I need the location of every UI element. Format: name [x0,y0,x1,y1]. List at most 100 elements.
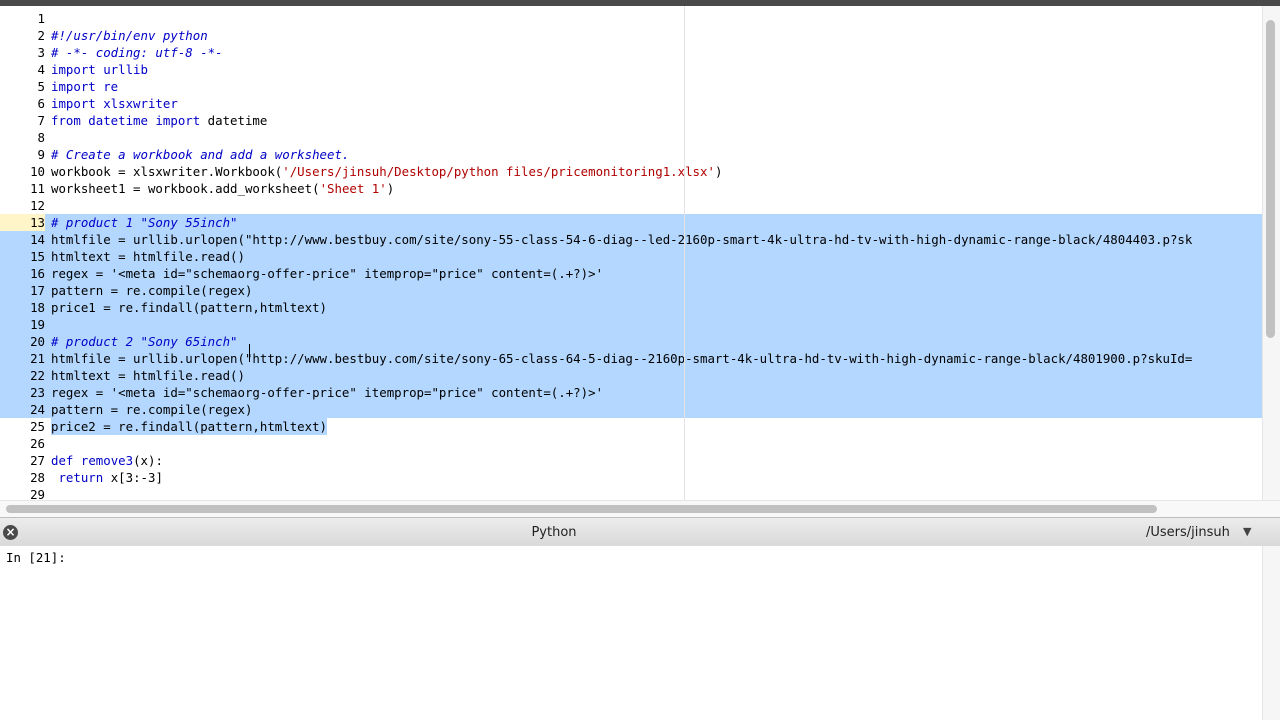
code-token: regex = '<meta id="schemaorg-offer-price… [51,385,604,400]
console-vertical-scrollbar[interactable] [1262,546,1280,720]
code-text: pattern = re.compile(regex) [51,282,252,299]
code-line[interactable]: 28 return x[3:-3] [0,469,1262,486]
line-number: 10 [30,164,45,179]
code-text: htmltext = htmlfile.read() [51,367,245,384]
code-token: # -*- coding: utf-8 -*- [51,45,223,60]
code-line[interactable]: 21 htmlfile = urllib.urlopen("http://www.… [0,350,1262,367]
line-number: 12 [30,198,45,213]
code-text: worksheet1 = workbook.add_worksheet('She… [51,180,394,197]
code-editor[interactable]: 29 28 return x[3:-3] 27 def remove3(x): 26 25… [0,6,1280,500]
line-number: 15 [30,249,45,264]
line-number: 13 [0,214,45,231]
code-text: regex = '<meta id="schemaorg-offer-price… [51,265,603,282]
code-line[interactable]: 16 regex = '<meta id="schemaorg-offer-pri… [0,265,1262,282]
code-token: workbook = xlsxwriter.Workbook( [51,164,283,179]
line-number: 16 [30,266,45,281]
code-text: htmlfile = urllib.urlopen("http://www.be… [51,231,1192,248]
code-line[interactable]: 29 [0,486,1262,500]
code-token: import xlsxwriter [51,96,178,111]
code-line[interactable]: 20 # product 2 "Sony 65inch" [0,333,1262,350]
line-number: 4 [37,62,45,77]
line-number: 1 [37,11,45,26]
line-number: 27 [30,453,45,468]
code-token: regex = '<meta id="schemaorg-offer-price… [51,266,604,281]
code-line[interactable]: 17 pattern = re.compile(regex) [0,282,1262,299]
code-text: price1 = re.findall(pattern,htmltext) [51,299,327,316]
code-token: htmltext = htmlfile.read() [51,249,245,264]
line-number: 11 [30,181,45,196]
code-token: htmlfile = urllib.urlopen("http://www.be… [51,351,1193,366]
code-token: htmltext = htmlfile.read() [51,368,245,383]
code-token: x[3:-3] [103,470,163,485]
code-text: regex = '<meta id="schemaorg-offer-price… [51,384,603,401]
code-token: import urllib [51,62,148,77]
code-token: 'Sheet 1' [319,181,387,196]
code-line[interactable]: 26 [0,435,1262,452]
line-number: 17 [30,283,45,298]
line-number: 2 [37,28,45,43]
code-line[interactable]: 14 htmlfile = urllib.urlopen("http://www.… [0,231,1262,248]
code-token: pattern = re.compile(regex) [51,402,253,417]
code-line[interactable]: 2 #!/usr/bin/env python [0,27,1262,44]
console-working-directory[interactable]: /Users/jinsuh [1146,525,1230,540]
code-text: # product 1 "Sony 55inch" [51,214,238,231]
code-token: # product 2 "Sony 65inch" [51,334,238,349]
code-line[interactable]: 6 import xlsxwriter [0,95,1262,112]
code-token: remove3 [80,453,134,468]
code-line[interactable]: 7 from datetime import datetime [0,112,1262,129]
code-token: ) [714,164,723,179]
code-token: price1 = re.findall(pattern,htmltext) [51,300,328,315]
code-token: datetime [200,113,268,128]
code-line[interactable]: 8 [0,129,1262,146]
editor-vertical-scroll-thumb[interactable] [1266,20,1275,338]
code-line[interactable]: 10 workbook = xlsxwriter.Workbook('/Users… [0,163,1262,180]
code-line[interactable]: 11 worksheet1 = workbook.add_worksheet('S… [0,180,1262,197]
line-number: 9 [37,147,45,162]
code-line[interactable]: 22 htmltext = htmlfile.read() [0,367,1262,384]
text-cursor-icon [248,344,252,362]
chevron-down-icon[interactable]: ▼ [1243,525,1251,538]
line-number: 8 [37,130,45,145]
code-text: return x[3:-3] [51,469,163,486]
python-console[interactable]: In [21]: [0,546,1262,720]
code-line[interactable]: 13 # product 1 "Sony 55inch" [0,214,1262,231]
code-line[interactable]: 12 [0,197,1262,214]
line-number: 7 [37,113,45,128]
line-number: 23 [30,385,45,400]
code-line[interactable]: 1 [0,10,1262,27]
code-text: # Create a workbook and add a worksheet. [51,146,349,163]
line-number: 3 [37,45,45,60]
line-number: 22 [30,368,45,383]
code-line[interactable]: 3 # -*- coding: utf-8 -*- [0,44,1262,61]
line-number: 19 [30,317,45,332]
code-token: #!/usr/bin/env python [51,28,208,43]
code-token: pattern = re.compile(regex) [51,283,253,298]
code-line[interactable]: 24 pattern = re.compile(regex) [0,401,1262,418]
editor-horizontal-scrollbar[interactable] [0,500,1280,517]
code-token: '/Users/jinsuh/Desktop/python files/pric… [282,164,715,179]
code-line[interactable]: 9 # Create a workbook and add a worksheet… [0,146,1262,163]
code-line[interactable]: 19 [0,316,1262,333]
code-line[interactable]: 15 htmltext = htmlfile.read() [0,248,1262,265]
code-text: # product 2 "Sony 65inch" [51,333,238,350]
code-token: def [51,453,74,468]
code-line[interactable]: 23 regex = '<meta id="schemaorg-offer-pri… [0,384,1262,401]
code-text: import urllib [51,61,148,78]
code-line[interactable]: 5 import re [0,78,1262,95]
code-text: import re [51,78,118,95]
code-line[interactable]: 4 import urllib [0,61,1262,78]
code-token: return [58,470,104,485]
code-token: # product 1 "Sony 55inch" [51,215,238,230]
editor-horizontal-scroll-thumb[interactable] [6,505,1157,513]
code-text: # -*- coding: utf-8 -*- [51,44,223,61]
code-line[interactable]: 25 price2 = re.findall(pattern,htmltext) [0,418,1262,435]
code-line[interactable]: 18 price1 = re.findall(pattern,htmltext) [0,299,1262,316]
console-prompt: In [21]: [6,550,66,565]
line-number: 14 [30,232,45,247]
code-text: import xlsxwriter [51,95,178,112]
line-number: 5 [37,79,45,94]
code-line[interactable]: 27 def remove3(x): [0,452,1262,469]
console-header: × Python /Users/jinsuh ▼ [0,517,1280,547]
code-token: # Create a workbook and add a worksheet. [51,147,350,162]
